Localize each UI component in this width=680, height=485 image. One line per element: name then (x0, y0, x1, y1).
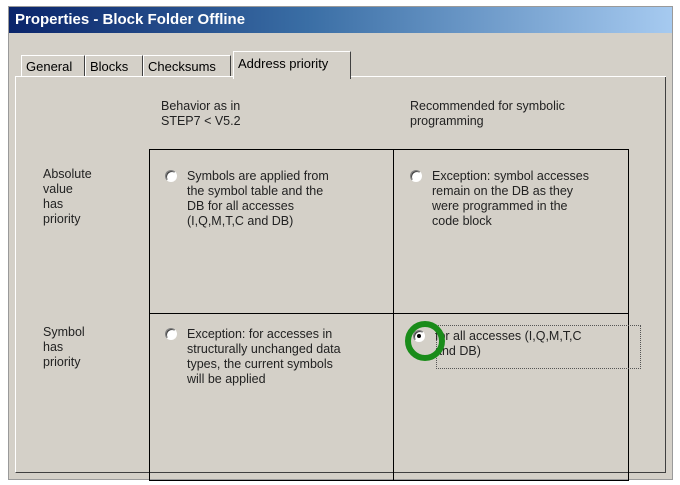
tab-address-priority[interactable]: Address priority (233, 51, 351, 79)
tab-checksums-label: Checksums (148, 59, 216, 74)
radio-symbol-recommended-label: for all accesses (I,Q,M,T,C and DB) (435, 329, 582, 358)
row-header-absolute-priority: Absolute value has priority (43, 167, 92, 226)
radio-button-icon[interactable] (410, 170, 422, 182)
radio-button-icon[interactable] (165, 170, 177, 182)
tab-blocks[interactable]: Blocks (85, 55, 143, 77)
window-title: Properties - Block Folder Offline (15, 11, 246, 28)
title-bar: Properties - Block Folder Offline (9, 7, 672, 33)
tab-blocks-label: Blocks (90, 59, 129, 74)
radio-symbol-legacy-label: Exception: for accesses in structurally … (187, 327, 341, 386)
radio-absolute-legacy[interactable]: Symbols are applied from the symbol tabl… (165, 169, 329, 229)
tab-strip: General Blocks Checksums Address priorit… (15, 49, 666, 79)
radio-absolute-recommended-label: Exception: symbol accesses remain on the… (432, 169, 590, 228)
radio-symbol-legacy[interactable]: Exception: for accesses in structurally … (165, 327, 341, 387)
tab-general[interactable]: General (21, 55, 85, 77)
column-header-legacy: Behavior as in STEP7 < V5.2 (161, 99, 241, 128)
radio-absolute-legacy-label: Symbols are applied from the symbol tabl… (187, 169, 329, 228)
radio-button-icon[interactable] (165, 328, 177, 340)
tab-checksums[interactable]: Checksums (143, 55, 231, 77)
radio-absolute-recommended[interactable]: Exception: symbol accesses remain on the… (410, 169, 589, 229)
tab-general-label: General (26, 59, 73, 74)
properties-dialog: Properties - Block Folder Offline Genera… (8, 6, 673, 481)
column-header-recommended: Recommended for symbolic programming (410, 99, 565, 128)
highlight-circle-annotation (405, 321, 445, 361)
grid-vertical-divider (393, 149, 394, 481)
grid-horizontal-divider (149, 313, 629, 314)
tab-address-priority-label: Address priority (238, 56, 329, 71)
row-header-symbol-priority: Symbol has priority (43, 325, 85, 369)
